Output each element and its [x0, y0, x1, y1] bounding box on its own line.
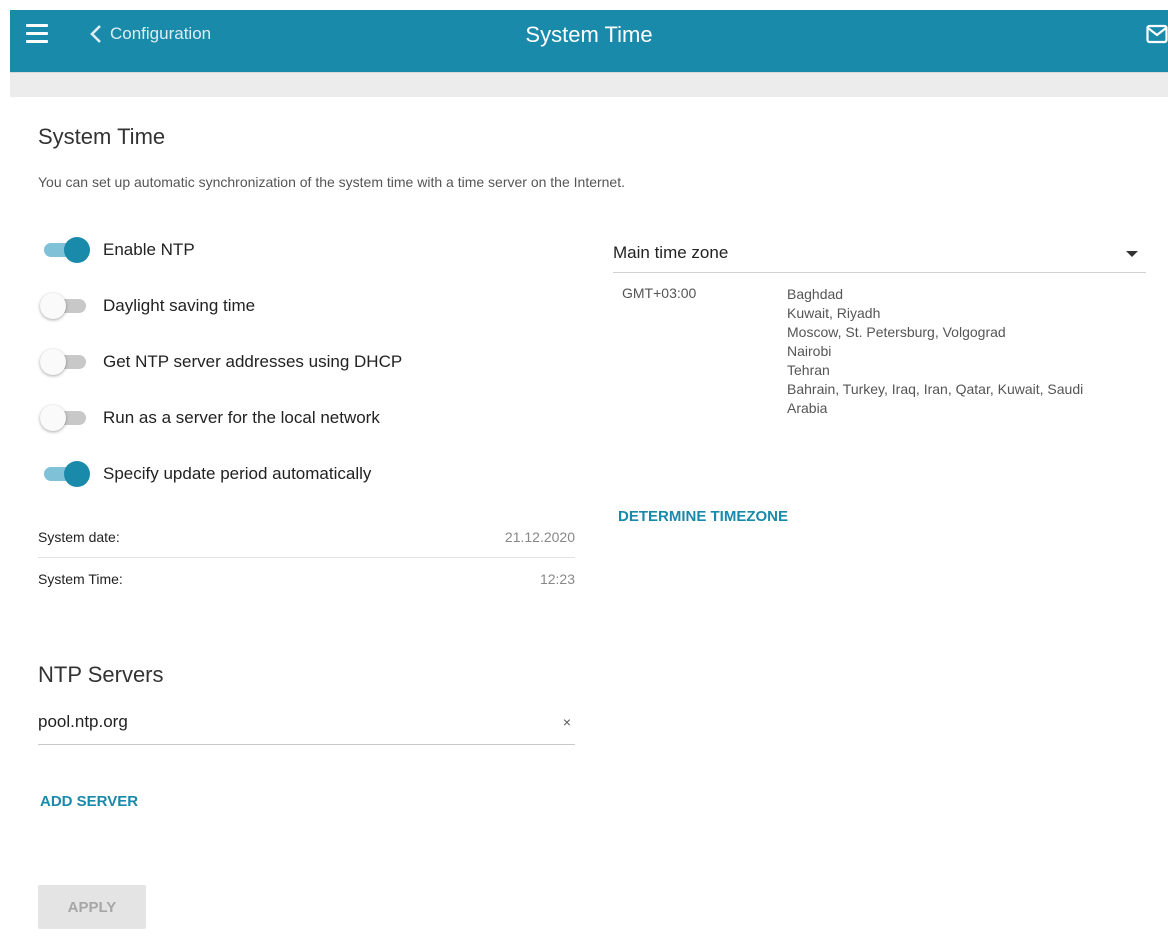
timezone-city: Nairobi — [787, 343, 832, 359]
toggle-ntp-via-dhcp[interactable]: Get NTP server addresses using DHCP — [40, 349, 402, 375]
switch-control[interactable] — [40, 293, 90, 319]
toggle-label: Run as a server for the local network — [103, 408, 380, 427]
timezone-city: Kuwait, Riyadh — [787, 305, 881, 321]
apply-button[interactable]: APPLY — [38, 885, 146, 929]
header-shadow-strip — [10, 72, 1168, 97]
toggle-label: Enable NTP — [103, 240, 195, 259]
system-date-value: 21.12.2020 — [504, 529, 575, 545]
toggle-auto-update-period[interactable]: Specify update period automatically — [40, 461, 371, 487]
ntp-server-input[interactable] — [38, 712, 538, 732]
timezone-select-value: Main time zone — [613, 243, 729, 262]
timezone-city: Moscow, St. Petersburg, Volgograd — [787, 324, 1006, 340]
toggle-label: Get NTP server addresses using DHCP — [103, 352, 403, 371]
switch-control[interactable] — [40, 461, 90, 487]
switch-control[interactable] — [40, 237, 90, 263]
timezone-city: Baghdad — [787, 286, 844, 302]
back-link-label: Configuration — [110, 24, 212, 43]
timezone-city: Tehran — [787, 362, 830, 378]
switch-control[interactable] — [40, 405, 90, 431]
system-date-row: System date: 21.12.2020 — [38, 516, 575, 558]
ntp-server-field: × — [38, 704, 575, 745]
chevron-left-icon — [90, 25, 101, 43]
clear-icon[interactable]: × — [563, 714, 571, 730]
page-margin — [0, 0, 10, 952]
timezone-offset: GMT+03:00 — [622, 285, 697, 301]
switch-control[interactable] — [40, 349, 90, 375]
back-to-configuration-link[interactable]: Configuration — [86, 21, 211, 47]
toggle-run-as-server[interactable]: Run as a server for the local network — [40, 405, 380, 431]
timezone-city: Bahrain, Turkey, Iraq, Iran, Qatar, Kuwa… — [787, 381, 1084, 416]
mail-icon[interactable] — [1146, 24, 1168, 44]
top-app-bar: Configuration System Time — [10, 10, 1168, 72]
system-time-row: System Time: 12:23 — [38, 558, 575, 600]
caret-down-icon — [1126, 251, 1138, 257]
toggle-label: Specify update period automatically — [103, 464, 372, 483]
toggle-enable-ntp[interactable]: Enable NTP — [40, 237, 195, 263]
system-time-value: 12:23 — [539, 571, 575, 587]
section-description: You can set up automatic synchronization… — [38, 174, 626, 190]
section-title: System Time — [38, 124, 166, 149]
timezone-select[interactable]: Main time zone — [613, 234, 1146, 273]
toggle-daylight-saving[interactable]: Daylight saving time — [40, 293, 255, 319]
timezone-cities: Baghdad Kuwait, Riyadh Moscow, St. Peter… — [787, 285, 1117, 418]
system-time-label: System Time: — [38, 571, 123, 587]
system-date-label: System date: — [38, 529, 120, 545]
ntp-servers-title: NTP Servers — [38, 662, 164, 687]
toggle-label: Daylight saving time — [103, 296, 256, 315]
determine-timezone-button[interactable]: DETERMINE TIMEZONE — [618, 508, 788, 525]
add-server-button[interactable]: ADD SERVER — [40, 793, 138, 810]
hamburger-icon[interactable] — [26, 24, 48, 44]
